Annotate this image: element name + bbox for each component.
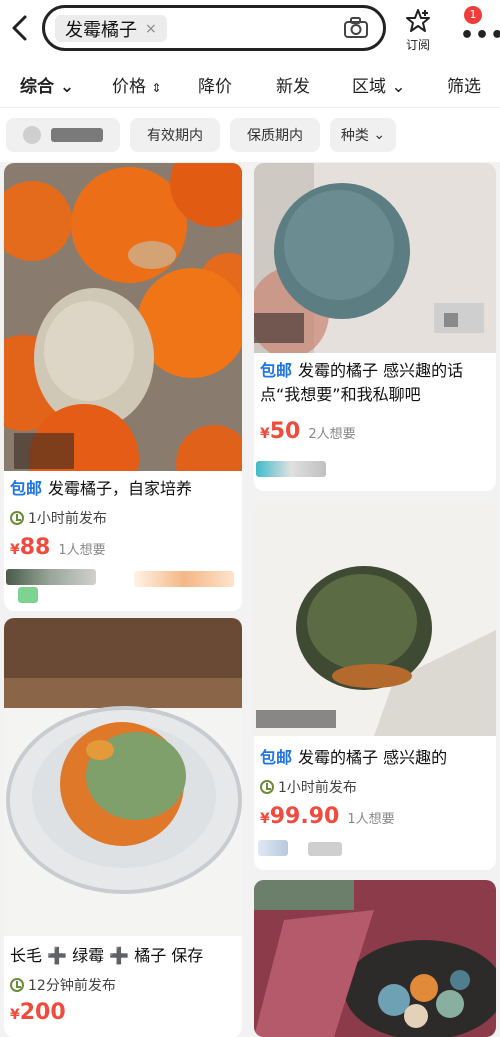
- product-image: [254, 500, 496, 736]
- product-card[interactable]: [254, 880, 496, 1037]
- post-time: 12分钟前发布: [10, 974, 116, 996]
- filter-comprehensive[interactable]: 综合 ⌄: [20, 72, 74, 97]
- tag-shop-blurred[interactable]: [6, 118, 120, 152]
- price-row: ¥200: [10, 1000, 66, 1030]
- product-card[interactable]: 包邮 发霉的橘子 感兴趣的 1小时前发布 ¥99.90 1人想要: [254, 500, 496, 870]
- product-image: [4, 163, 242, 471]
- clock-icon: [10, 978, 24, 992]
- product-title: 包邮 发霉橘子，自家培养: [10, 479, 193, 498]
- post-time: 1小时前发布: [10, 507, 107, 529]
- tag-shelf-life[interactable]: 保质期内: [230, 118, 320, 152]
- filter-screen[interactable]: 筛选: [447, 72, 481, 97]
- blurred-seller: [6, 569, 96, 585]
- product-image: [4, 618, 242, 936]
- filter-region[interactable]: 区域 ⌄: [352, 72, 406, 97]
- price: ¥50: [260, 419, 301, 444]
- top-bar: 发霉橘子 × 订阅 1 •••: [0, 0, 500, 58]
- tag-row: 有效期内 保质期内 种类 ⌄: [0, 108, 500, 162]
- price: ¥99.90: [260, 804, 340, 829]
- filter-price[interactable]: 价格 ⇕: [112, 72, 161, 97]
- chevron-down-icon: ⌄: [59, 77, 75, 97]
- sort-filter-bar: 综合 ⌄ 价格 ⇕ 降价 新发 区域 ⌄ 筛选: [0, 58, 500, 108]
- more-dots-icon: •••: [460, 23, 500, 48]
- free-shipping-badge: 包邮: [10, 479, 43, 498]
- wants-count: 1人想要: [347, 812, 395, 827]
- blurred-text: [51, 128, 103, 142]
- wants-count: 2人想要: [308, 427, 356, 442]
- free-shipping-badge: 包邮: [260, 748, 293, 767]
- search-box[interactable]: 发霉橘子 ×: [42, 5, 386, 51]
- clock-icon: [10, 511, 24, 525]
- filter-new[interactable]: 新发: [276, 72, 310, 97]
- blurred-tag: [134, 571, 234, 587]
- camera-icon[interactable]: [343, 16, 369, 40]
- search-query-text: 发霉橘子: [65, 19, 137, 41]
- search-query-chip[interactable]: 发霉橘子 ×: [55, 15, 167, 42]
- price-row: ¥99.90 1人想要: [260, 804, 395, 834]
- wants-count: 1人想要: [58, 543, 106, 558]
- product-card[interactable]: 长毛 ➕ 绿霉 ➕ 橘子 保存 12分钟前发布 ¥200: [4, 618, 242, 1037]
- product-card[interactable]: 包邮 发霉橘子，自家培养 1小时前发布 ¥88 1人想要: [4, 163, 242, 611]
- more-menu-button[interactable]: 1 •••: [452, 6, 500, 52]
- subscribe-button[interactable]: 订阅: [398, 6, 438, 54]
- back-arrow-icon[interactable]: [10, 14, 30, 42]
- blurred-seller: [308, 842, 342, 856]
- subscribe-label: 订阅: [405, 38, 430, 52]
- product-card[interactable]: 包邮 发霉的橘子 感兴趣的话点“我想要”和我私聊吧 ¥50 2人想要: [254, 163, 496, 491]
- price: ¥200: [10, 1000, 66, 1025]
- tag-category[interactable]: 种类 ⌄: [330, 118, 396, 152]
- product-image: [254, 880, 496, 1037]
- price: ¥88: [10, 535, 51, 560]
- product-title: 长毛 ➕ 绿霉 ➕ 橘子 保存: [10, 946, 204, 965]
- product-title: 包邮 发霉的橘子 感兴趣的话点“我想要”和我私聊吧: [260, 361, 464, 404]
- blurred-seller: [258, 840, 288, 856]
- blurred-seller: [256, 461, 326, 477]
- blurred-seller: [18, 587, 38, 603]
- price-row: ¥50 2人想要: [260, 419, 356, 449]
- clear-query-icon[interactable]: ×: [145, 21, 157, 37]
- chevron-down-icon: ⌄: [373, 127, 386, 143]
- filter-price-drop[interactable]: 降价: [198, 72, 232, 97]
- product-image: [254, 163, 496, 353]
- price-row: ¥88 1人想要: [10, 535, 106, 565]
- free-shipping-badge: 包邮: [260, 361, 293, 380]
- post-time: 1小时前发布: [260, 776, 357, 798]
- product-title: 包邮 发霉的橘子 感兴趣的: [260, 748, 448, 767]
- sort-arrows-icon: ⇕: [151, 81, 162, 95]
- blurred-avatar: [23, 126, 41, 144]
- chevron-down-icon: ⌄: [391, 77, 406, 97]
- subscribe-star-icon: [406, 9, 430, 32]
- clock-icon: [260, 780, 274, 794]
- notification-badge: 1: [464, 6, 482, 24]
- tag-valid-period[interactable]: 有效期内: [130, 118, 220, 152]
